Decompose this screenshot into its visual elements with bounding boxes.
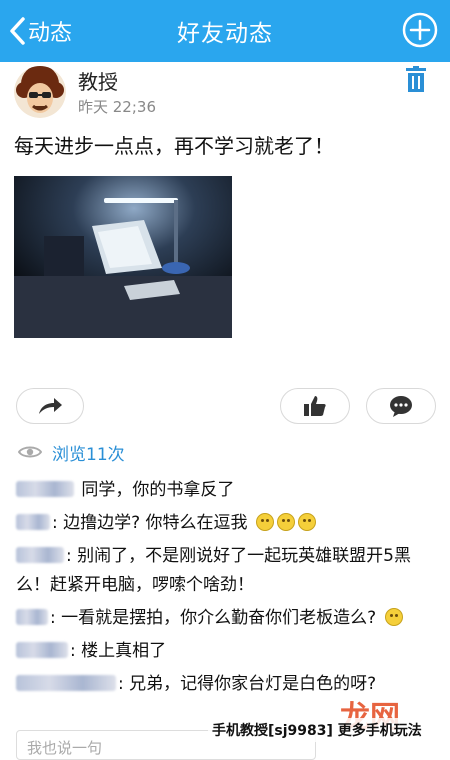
emoji-icon [276, 513, 295, 531]
share-arrow-icon [39, 398, 62, 414]
comment-item[interactable]: : 边撸边学? 你特么在逗我 [16, 509, 440, 538]
page-title: 好友动态 [177, 21, 273, 47]
share-button[interactable] [16, 388, 84, 424]
comment-item[interactable]: : 别闹了，不是刚说好了一起玩英雄联盟开5黑么！赶紧开电脑，啰嗦个啥劲！ [16, 542, 440, 600]
emoji-icon [384, 608, 403, 626]
comment-text: 同学，你的书拿反了 [81, 480, 235, 500]
comment-text: : 兄弟，记得你家台灯是白色的呀? [118, 674, 377, 694]
post-author[interactable]: 教授 [78, 66, 118, 95]
speech-bubble-icon [390, 396, 412, 417]
commenter-name-redacted [16, 642, 68, 658]
thumbs-up-icon [304, 396, 326, 416]
back-button[interactable]: 动态 [8, 12, 72, 50]
comment-button[interactable] [366, 388, 436, 424]
comment-item[interactable]: 同学，你的书拿反了 [16, 476, 440, 505]
emoji-icon [255, 513, 274, 531]
comment-list: 同学，你的书拿反了 : 边撸边学? 你特么在逗我 : 别闹了，不是刚说好了一起玩… [16, 476, 440, 703]
post-actions [0, 388, 450, 428]
plus-circle-icon[interactable] [402, 12, 438, 48]
commenter-name-redacted [16, 675, 116, 691]
like-button[interactable] [280, 388, 350, 424]
comment-text: : 别闹了，不是刚说好了一起玩英雄联盟开5黑么！赶紧开电脑，啰嗦个啥劲！ [16, 546, 411, 595]
view-count: 浏览11次 [18, 440, 125, 465]
watermark-text: 手机教授[sj9983] 更多手机玩法 [208, 718, 426, 742]
post-text: 每天进步一点点，再不学习就老了！ [14, 134, 334, 158]
comment-text: : 一看就是摆拍，你介么勤奋你们老板造么? [50, 608, 377, 628]
post-header: 教授 昨天 22;36 [14, 66, 434, 118]
trash-icon[interactable] [404, 66, 428, 92]
emoji-icon [297, 513, 316, 531]
top-bar: 动态 好友动态 [0, 0, 450, 62]
comment-text: : 楼上真相了 [70, 641, 167, 661]
avatar[interactable] [14, 66, 66, 118]
commenter-name-redacted [16, 514, 50, 530]
chevron-left-icon [10, 17, 25, 45]
commenter-name-redacted [16, 547, 64, 563]
commenter-name-redacted [16, 481, 74, 497]
eye-icon [18, 446, 42, 458]
back-label: 动态 [28, 21, 73, 46]
comment-text: : 边撸边学? 你特么在逗我 [52, 513, 248, 533]
commenter-name-redacted [16, 609, 48, 625]
post-time: 昨天 22;36 [78, 98, 156, 116]
comment-item[interactable]: : 一看就是摆拍，你介么勤奋你们老板造么? [16, 604, 440, 633]
comment-item[interactable]: : 楼上真相了 [16, 637, 440, 666]
post-photo[interactable] [14, 176, 232, 338]
view-count-label: 浏览11次 [52, 444, 125, 465]
